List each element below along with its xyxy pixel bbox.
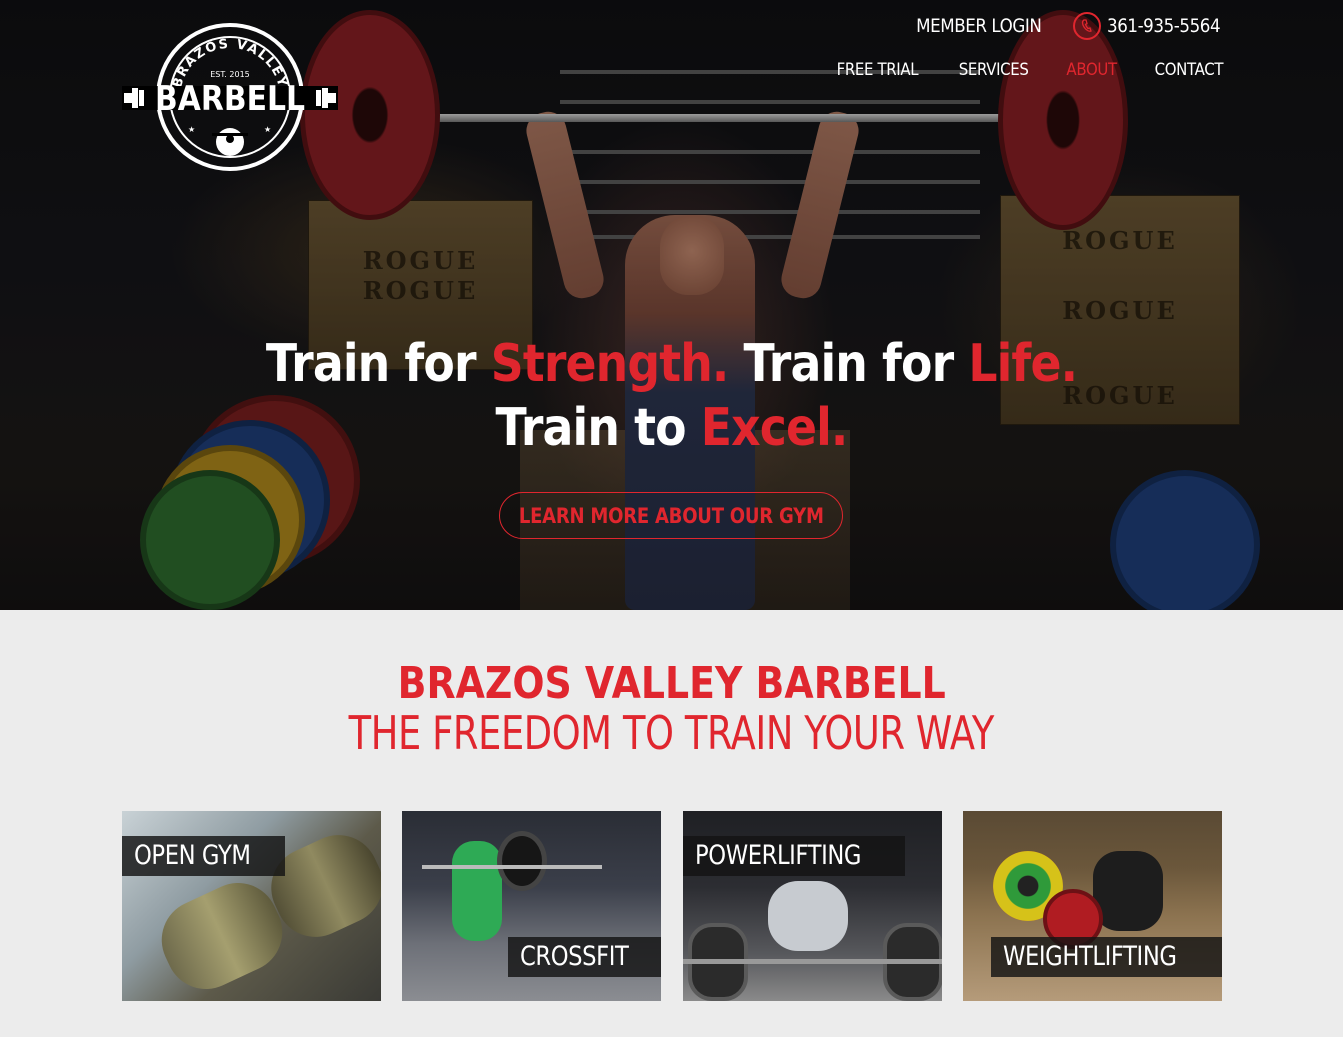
- main-nav: FREE TRIAL SERVICES ABOUT CONTACT: [831, 60, 1224, 80]
- service-card-open-gym[interactable]: OPEN GYM: [122, 811, 381, 1001]
- barbell-image: [422, 865, 602, 869]
- brand-logo[interactable]: BRAZOS VALLEY BARBELL EST. 2015 ★ ★: [122, 22, 338, 172]
- nav-item-about[interactable]: ABOUT: [1066, 60, 1117, 80]
- intro-subtitle: THE FREEDOM TO TRAIN YOUR WAY: [348, 706, 995, 760]
- member-login-link[interactable]: MEMBER LOGIN: [916, 15, 1042, 37]
- svg-text:★: ★: [264, 125, 271, 134]
- logo-wordmark: BARBELL: [155, 79, 305, 119]
- barbell-image: [683, 959, 942, 964]
- card-label: POWERLIFTING: [683, 836, 905, 876]
- card-label: OPEN GYM: [122, 836, 285, 876]
- service-card-crossfit[interactable]: CROSSFIT: [402, 811, 661, 1001]
- card-label: WEIGHTLIFTING: [991, 937, 1222, 977]
- plate-image: [497, 831, 547, 891]
- hero-headline: Train for Strength. Train for Life. Trai…: [0, 332, 1343, 460]
- phone-link[interactable]: 361-935-5564: [1073, 12, 1222, 40]
- svg-text:EST. 2015: EST. 2015: [210, 70, 250, 79]
- header-utility: MEMBER LOGIN 361-935-5564: [899, 12, 1222, 40]
- phone-icon: [1073, 12, 1102, 40]
- hero-headline-line-2: Train to Excel.: [495, 398, 849, 458]
- athlete-image: [452, 841, 502, 941]
- athlete-image: [1093, 851, 1163, 931]
- service-card-weightlifting[interactable]: WEIGHTLIFTING: [963, 811, 1222, 1001]
- hero-headline-line-1: Train for Strength. Train for Life.: [265, 334, 1078, 394]
- hero-section: ROGUE ROGUE ROGUE ROGUE ROGUE BRAZOS VAL…: [0, 0, 1343, 610]
- nav-item-contact[interactable]: CONTACT: [1155, 60, 1224, 80]
- learn-more-button[interactable]: LEARN MORE ABOUT OUR GYM: [499, 492, 843, 539]
- service-card-powerlifting[interactable]: POWERLIFTING: [683, 811, 942, 1001]
- phone-number[interactable]: 361-935-5564: [1107, 15, 1221, 37]
- nav-item-services[interactable]: SERVICES: [958, 60, 1028, 80]
- card-label: CROSSFIT: [507, 937, 661, 977]
- intro-title: BRAZOS VALLEY BARBELL: [397, 658, 946, 709]
- svg-text:★: ★: [188, 125, 195, 134]
- athlete-image: [768, 881, 848, 951]
- nav-item-free-trial[interactable]: FREE TRIAL: [836, 60, 918, 80]
